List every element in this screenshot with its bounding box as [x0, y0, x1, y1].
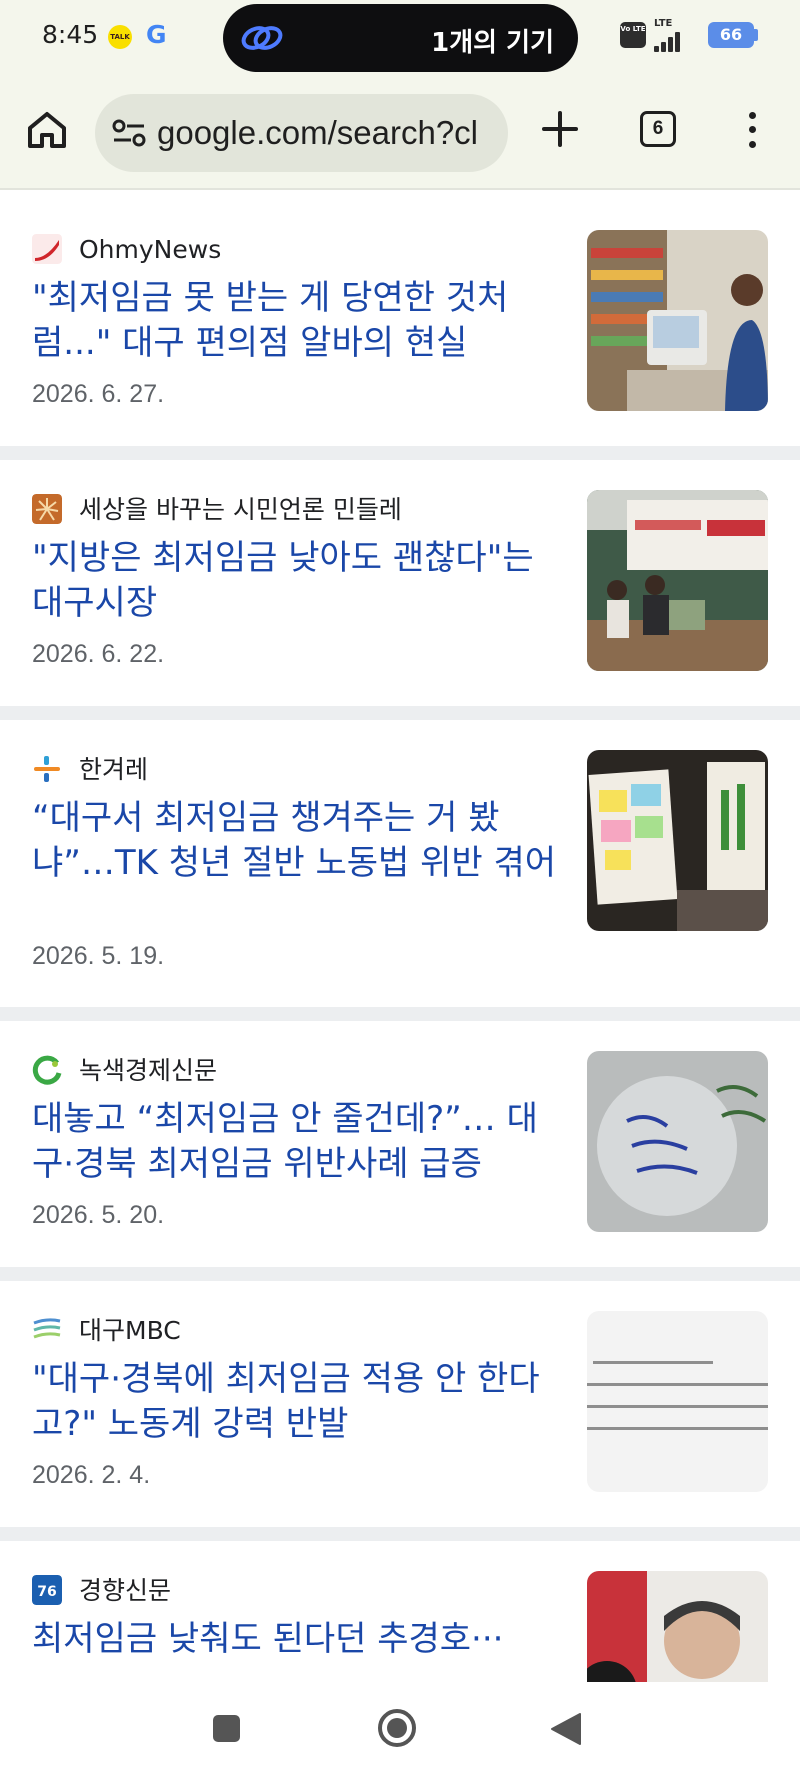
publish-date: 2026. 2. 4.: [32, 1461, 151, 1489]
headline-link[interactable]: 최저임금 낮춰도 된다던 추경호···: [32, 1617, 562, 1662]
list-top-divider: [0, 192, 800, 200]
home-icon[interactable]: [26, 109, 68, 151]
politician-thumbnail[interactable]: [587, 1571, 768, 1682]
recent-apps-button[interactable]: [213, 1715, 240, 1742]
sticky-notes-thumbnail[interactable]: [587, 750, 768, 931]
volte-icon: Vo LTE: [620, 22, 646, 48]
news-result-card[interactable]: OhmyNews "최저임금 못 받는 게 당연한 것처럼..." 대구 편의점…: [0, 200, 800, 446]
svg-text:76: 76: [37, 1584, 56, 1600]
lte-label: LTE: [654, 18, 673, 29]
hani-favicon-icon: [32, 754, 62, 784]
daegu-mbc-favicon-icon: [33, 1318, 61, 1339]
source-name: 녹색경제신문: [79, 1056, 218, 1085]
balloon-message-thumbnail[interactable]: [587, 1051, 768, 1232]
google-icon: G: [146, 20, 167, 49]
source-name: 경향신문: [79, 1576, 172, 1605]
more-menu-icon[interactable]: [744, 110, 760, 150]
document-text-thumbnail[interactable]: [587, 1311, 768, 1492]
back-icon[interactable]: [550, 1712, 582, 1746]
dynamic-island[interactable]: 1개의 기기: [223, 4, 578, 72]
source-name: 한겨레: [79, 755, 149, 784]
clock: 8:45: [42, 20, 99, 49]
tab-switcher-button[interactable]: 6: [640, 111, 676, 147]
headline-link[interactable]: "지방은 최저임금 낮아도 괜찮다"는 대구시장: [32, 536, 562, 626]
publish-date: 2026. 5. 20.: [32, 1201, 165, 1229]
store-cashier-thumbnail[interactable]: [587, 230, 768, 411]
status-bar: 8:45 TALK G 1개의 기기 Vo LTE LTE 66: [0, 0, 800, 74]
headline-link[interactable]: "대구·경북에 최저임금 적용 안 한다고?" 노동계 강력 반발: [32, 1357, 562, 1447]
mindle-favicon-icon: [32, 494, 62, 524]
result-separator: [0, 1267, 800, 1281]
address-bar[interactable]: google.com/search?cl: [95, 94, 508, 172]
link-icon: [241, 26, 283, 50]
news-result-card[interactable]: 대구MBC "대구·경북에 최저임금 적용 안 한다고?" 노동계 강력 반발 …: [0, 1281, 800, 1527]
battery-icon: 66: [708, 22, 754, 48]
battery-tip: [754, 29, 758, 41]
source-name: 세상을 바꾸는 시민언론 민들레: [79, 495, 402, 524]
island-device-text: 1개의 기기: [431, 28, 554, 58]
publish-date: 2026. 5. 19.: [32, 942, 165, 970]
result-separator: [0, 446, 800, 460]
publish-date: 2026. 6. 22.: [32, 640, 165, 668]
result-separator: [0, 706, 800, 720]
news-result-card[interactable]: 세상을 바꾸는 시민언론 민들레 "지방은 최저임금 낮아도 괜찮다"는 대구시…: [0, 460, 800, 706]
result-separator: [0, 1527, 800, 1541]
news-results-list: OhmyNews "최저임금 못 받는 게 당연한 것처럼..." 대구 편의점…: [0, 192, 800, 1682]
new-tab-icon[interactable]: [540, 109, 580, 149]
lecture-hall-thumbnail[interactable]: [587, 490, 768, 671]
headline-link[interactable]: "최저임금 못 받는 게 당연한 것처럼..." 대구 편의점 알바의 현실: [32, 276, 562, 366]
system-nav-bar: [0, 1682, 800, 1778]
signal-icon: [654, 30, 690, 52]
kakaotalk-icon: TALK: [108, 25, 132, 49]
source-name: OhmyNews: [79, 235, 222, 264]
site-settings-icon[interactable]: [111, 116, 147, 150]
headline-link[interactable]: 대놓고 “최저임금 안 줄건데?”… 대구·경북 최저임금 위반사례 급증: [32, 1097, 562, 1187]
khan-favicon-icon: 76: [32, 1575, 62, 1605]
headline-link[interactable]: “대구서 최저임금 챙겨주는 거 봤냐”…TK 청년 절반 노동법 위반 겪어: [32, 796, 562, 886]
url-text[interactable]: google.com/search?cl: [157, 114, 478, 152]
news-result-card[interactable]: 녹색경제신문 대놓고 “최저임금 안 줄건데?”… 대구·경북 최저임금 위반사…: [0, 1021, 800, 1267]
news-result-card[interactable]: 한겨레 “대구서 최저임금 챙겨주는 거 봤냐”…TK 청년 절반 노동법 위반…: [0, 720, 800, 1007]
ohmynews-favicon-icon: [32, 234, 62, 264]
publish-date: 2026. 6. 27.: [32, 380, 165, 408]
result-separator: [0, 1007, 800, 1021]
green-economy-favicon-icon: [32, 1055, 62, 1085]
news-result-card[interactable]: 76 경향신문 최저임금 낮춰도 된다던 추경호···: [0, 1541, 800, 1682]
browser-toolbar: google.com/search?cl 6: [0, 74, 800, 190]
nav-home-icon[interactable]: [377, 1708, 417, 1748]
source-name: 대구MBC: [79, 1316, 181, 1345]
